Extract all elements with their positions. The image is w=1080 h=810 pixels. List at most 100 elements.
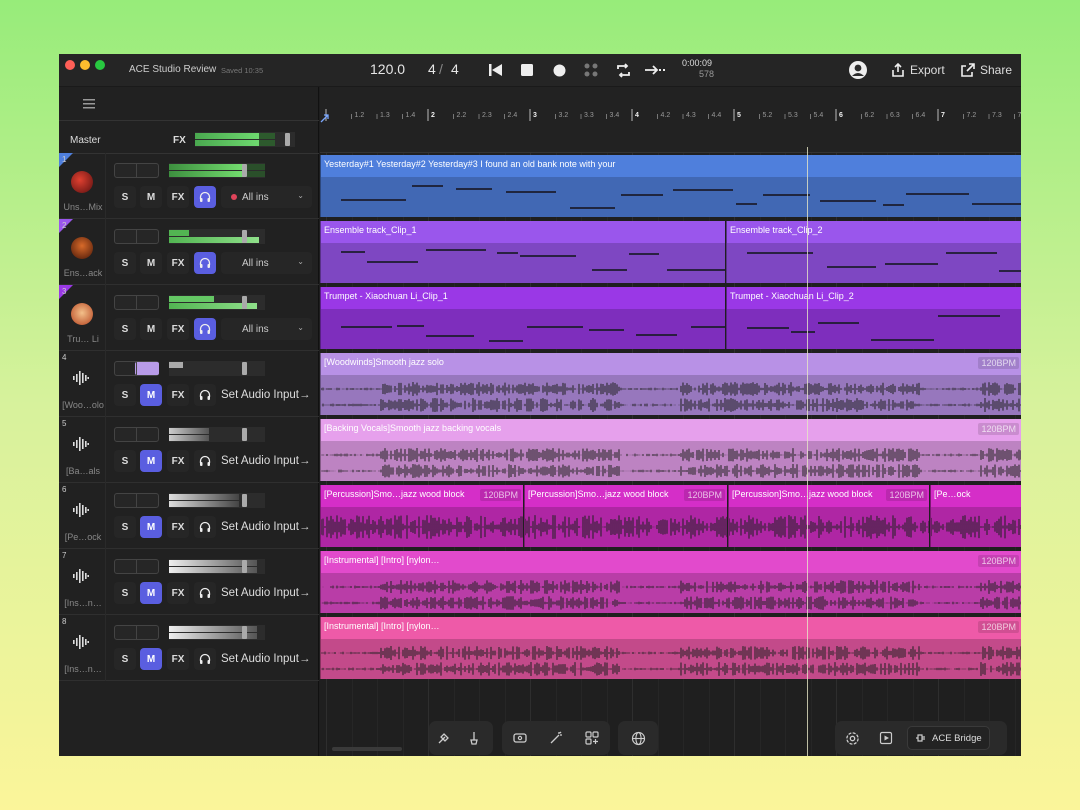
mute-button[interactable]: M bbox=[140, 450, 162, 472]
clip-t6a[interactable]: [Percussion]Smo…jazz wood block 120BPM bbox=[320, 485, 523, 547]
singer-avatar[interactable] bbox=[71, 237, 93, 259]
clip-t3b[interactable]: Trumpet - Xiaochuan Li_Clip_2 bbox=[726, 287, 1021, 349]
export-icon[interactable] bbox=[888, 60, 908, 80]
horizontal-scrollbar[interactable] bbox=[332, 747, 402, 751]
monitor-headphone-icon[interactable] bbox=[194, 318, 216, 340]
track-fx-button[interactable]: FX bbox=[167, 186, 189, 208]
track-header-4[interactable]: 4 [Woo…olo S M FX Set Audio Input→ bbox=[59, 351, 319, 417]
video-preview-icon[interactable] bbox=[869, 723, 903, 753]
set-audio-input-button[interactable]: Set Audio Input→ bbox=[221, 384, 312, 406]
monitor-headphone-icon[interactable] bbox=[194, 384, 216, 406]
monitor-headphone-icon[interactable] bbox=[194, 582, 216, 604]
input-select[interactable]: All ins ⌄ bbox=[221, 318, 312, 340]
clip-t6b[interactable]: [Percussion]Smo…jazz wood block 120BPM bbox=[524, 485, 727, 547]
track-header-6[interactable]: 6 [Pe…ock S M FX Set Audio Input→ bbox=[59, 483, 319, 549]
clip-t3a[interactable]: Trumpet - Xiaochuan Li_Clip_1 bbox=[320, 287, 725, 349]
clip-t2a[interactable]: Ensemble track_Clip_1 bbox=[320, 221, 725, 283]
track-level-meter[interactable] bbox=[169, 625, 265, 640]
mute-button[interactable]: M bbox=[140, 648, 162, 670]
set-audio-input-button[interactable]: Set Audio Input→ bbox=[221, 450, 312, 472]
track-name[interactable]: [Ba…als bbox=[61, 466, 105, 476]
singer-avatar[interactable] bbox=[71, 303, 93, 325]
track-fx-button[interactable]: FX bbox=[167, 516, 189, 538]
track-fx-button[interactable]: FX bbox=[167, 318, 189, 340]
input-select[interactable]: All ins ⌄ bbox=[221, 252, 312, 274]
clip-t6c[interactable]: [Percussion]Smo…jazz wood block 120BPM bbox=[728, 485, 929, 547]
skip-to-start-icon[interactable] bbox=[485, 60, 505, 80]
clip-t6d[interactable]: [Pe…ock bbox=[930, 485, 1021, 547]
clip-t8[interactable]: [Instrumental] [Intro] [nylon… 120BPM bbox=[320, 617, 1021, 679]
record-icon[interactable] bbox=[549, 60, 569, 80]
track-fx-button[interactable]: FX bbox=[167, 582, 189, 604]
track-name[interactable]: [Woo…olo bbox=[61, 400, 105, 410]
track-volume-fader[interactable] bbox=[114, 163, 159, 178]
mute-button[interactable]: M bbox=[140, 318, 162, 340]
monitor-headphone-icon[interactable] bbox=[194, 186, 216, 208]
clip-t2b[interactable]: Ensemble track_Clip_2 bbox=[726, 221, 1021, 283]
monitor-headphone-icon[interactable] bbox=[194, 450, 216, 472]
clip-t7[interactable]: [Instrumental] [Intro] [nylon… 120BPM bbox=[320, 551, 1021, 613]
track-name[interactable]: Tru… Li bbox=[61, 334, 105, 344]
track-volume-fader[interactable] bbox=[114, 427, 159, 442]
tempo-display[interactable]: 120.0 bbox=[370, 61, 405, 77]
track-name[interactable]: [Ins…n… bbox=[61, 664, 105, 674]
solo-button[interactable]: S bbox=[114, 384, 136, 406]
monitor-headphone-icon[interactable] bbox=[194, 516, 216, 538]
track-level-meter[interactable] bbox=[169, 427, 265, 442]
time-signature-denominator[interactable]: 4 bbox=[451, 61, 459, 77]
track-volume-fader[interactable] bbox=[114, 361, 159, 376]
track-name[interactable]: Uns…Mix bbox=[61, 202, 105, 212]
monitor-headphone-icon[interactable] bbox=[194, 252, 216, 274]
export-button[interactable]: Export bbox=[910, 63, 945, 77]
track-header-8[interactable]: 8 [Ins…n… S M FX Set Audio Input→ bbox=[59, 615, 319, 681]
track-level-meter[interactable] bbox=[169, 229, 265, 244]
track-name[interactable]: [Ins…n… bbox=[61, 598, 105, 608]
track-name[interactable]: [Pe…ock bbox=[61, 532, 105, 542]
timeline-ruler[interactable] bbox=[320, 87, 1021, 153]
solo-button[interactable]: S bbox=[114, 186, 136, 208]
magic-wand-icon[interactable] bbox=[538, 723, 574, 753]
track-header-3[interactable]: 3 Tru… Li S M FX All ins ⌄ bbox=[59, 285, 319, 351]
monitor-headphone-icon[interactable] bbox=[194, 648, 216, 670]
zoom-window-button[interactable] bbox=[95, 60, 105, 70]
pencil-tool-icon[interactable] bbox=[459, 723, 489, 753]
track-volume-fader[interactable] bbox=[114, 493, 159, 508]
metronome-grid-icon[interactable] bbox=[581, 60, 601, 80]
master-fx-button[interactable]: FX bbox=[173, 135, 186, 146]
set-audio-input-button[interactable]: Set Audio Input→ bbox=[221, 516, 312, 538]
track-level-meter[interactable] bbox=[169, 163, 265, 178]
user-avatar-icon[interactable] bbox=[848, 60, 868, 80]
mute-button[interactable]: M bbox=[140, 384, 162, 406]
ace-bridge-button[interactable]: ACE Bridge bbox=[907, 726, 990, 750]
clip-t4[interactable]: [Woodwinds]Smooth jazz solo 120BPM bbox=[320, 353, 1021, 415]
mute-button[interactable]: M bbox=[140, 252, 162, 274]
track-volume-fader[interactable] bbox=[114, 559, 159, 574]
share-icon[interactable] bbox=[958, 60, 978, 80]
set-audio-input-button[interactable]: Set Audio Input→ bbox=[221, 648, 312, 670]
track-header-1[interactable]: 1 Uns…Mix S M FX All ins ⌄ bbox=[59, 153, 319, 219]
track-header-5[interactable]: 5 [Ba…als S M FX Set Audio Input→ bbox=[59, 417, 319, 483]
clip-t1[interactable]: Yesterday#1 Yesterday#2 Yesterday#3 I fo… bbox=[320, 155, 1021, 217]
add-instrument-icon[interactable] bbox=[574, 723, 610, 753]
track-level-meter[interactable] bbox=[169, 493, 265, 508]
timeline-area[interactable]: 1.2 1.3 1.4 2 2.2 2.3 2.4 3 3.2 3.3 3.4 4 4.2 4.3 4.4 5… bbox=[320, 87, 1021, 756]
brush-tool-icon[interactable] bbox=[429, 723, 459, 753]
track-header-7[interactable]: 7 [Ins…n… S M FX Set Audio Input→ bbox=[59, 549, 319, 615]
playhead[interactable] bbox=[807, 147, 808, 756]
input-select[interactable]: All ins ⌄ bbox=[221, 186, 312, 208]
track-volume-fader[interactable] bbox=[114, 295, 159, 310]
stop-icon[interactable] bbox=[517, 60, 537, 80]
solo-button[interactable]: S bbox=[114, 648, 136, 670]
mute-button[interactable]: M bbox=[140, 516, 162, 538]
track-level-meter[interactable] bbox=[169, 361, 265, 376]
solo-button[interactable]: S bbox=[114, 318, 136, 340]
mute-button[interactable]: M bbox=[140, 186, 162, 208]
track-volume-fader[interactable] bbox=[114, 625, 159, 640]
track-fx-button[interactable]: FX bbox=[167, 252, 189, 274]
solo-button[interactable]: S bbox=[114, 516, 136, 538]
track-fx-button[interactable]: FX bbox=[167, 384, 189, 406]
solo-button[interactable]: S bbox=[114, 582, 136, 604]
track-level-meter[interactable] bbox=[169, 559, 265, 574]
settings-gear-icon[interactable] bbox=[835, 723, 869, 753]
track-level-meter[interactable] bbox=[169, 295, 265, 310]
